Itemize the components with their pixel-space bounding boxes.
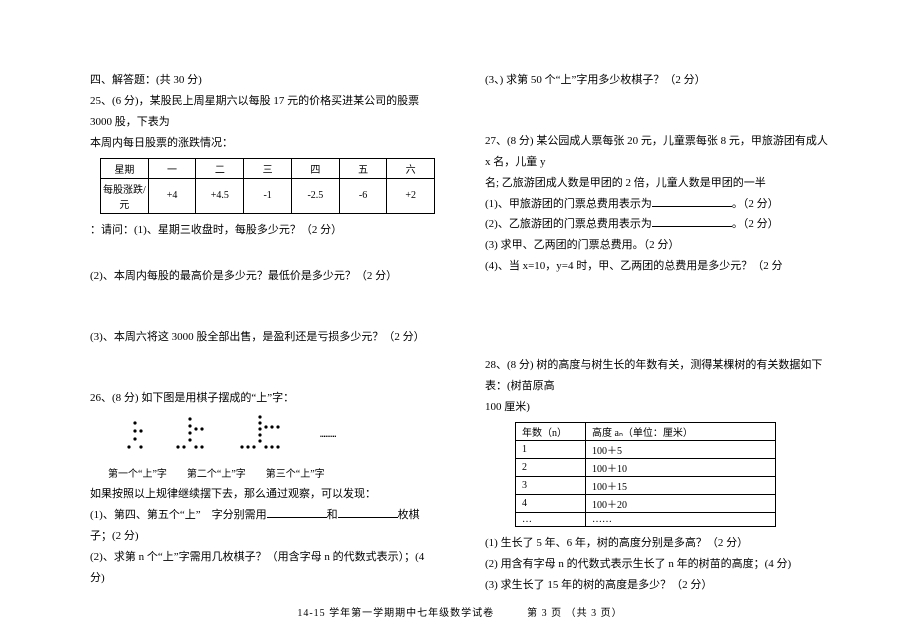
cell: …… bbox=[586, 512, 776, 526]
cell: -1 bbox=[244, 178, 292, 213]
q25-sub3: (3)、本周六将这 3000 股全部出售，是盈利还是亏损多少元？（2 分） bbox=[90, 327, 435, 348]
table-row: 3100＋15 bbox=[516, 476, 776, 494]
cell: 年数（n） bbox=[516, 422, 586, 440]
q26-sub1b: 和 bbox=[327, 509, 338, 521]
q27-sub2: (2)、乙旅游团的门票总费用表示为 。（2 分） bbox=[485, 214, 830, 235]
table-row: 1100＋5 bbox=[516, 440, 776, 458]
cell: 100＋10 bbox=[586, 458, 776, 476]
q26-sub2: (2)、求第 n 个“上”字需用几枚棋子？（用含字母 n 的代数式表示）；(4 … bbox=[90, 547, 435, 589]
q26-sub3: (3、) 求第 50 个“上”字用多少枚棋子？（2 分） bbox=[485, 70, 830, 91]
tree-table: 年数（n） 高度 aₙ（单位：厘米） 1100＋5 2100＋10 3100＋1… bbox=[515, 422, 776, 527]
cell: 四 bbox=[291, 158, 339, 178]
cell: 星期 bbox=[101, 158, 149, 178]
pattern-labels: 第一个“上”字 第二个“上”字 第三个“上”字 bbox=[108, 465, 435, 484]
cell: +4.5 bbox=[196, 178, 244, 213]
page-body: 四、解答题：(共 30 分) 25、(6 分)，某股民上周星期六以每股 17 元… bbox=[0, 70, 920, 595]
pattern-svg bbox=[120, 415, 380, 461]
blank-field[interactable] bbox=[652, 215, 732, 227]
table-row: ……… bbox=[516, 512, 776, 526]
q27-sub1b: 。（2 分） bbox=[732, 198, 779, 210]
q28-sub1: (1) 生长了 5 年、6 年，树的高度分别是多高？（2 分） bbox=[485, 533, 830, 554]
q27-intro1: 27、(8 分) 某公园成人票每张 20 元，儿童票每张 8 元，甲旅游团有成人… bbox=[485, 131, 830, 173]
q27-sub2a: (2)、乙旅游团的门票总费用表示为 bbox=[485, 218, 652, 230]
q25-sub1: ：请问：(1)、星期三收盘时，每股多少元？（2 分） bbox=[90, 220, 435, 241]
cell: 六 bbox=[387, 158, 435, 178]
table-row: 2100＋10 bbox=[516, 458, 776, 476]
table-row: 星期 一 二 三 四 五 六 bbox=[101, 158, 435, 178]
section4-title: 四、解答题：(共 30 分) bbox=[90, 70, 435, 91]
cell: … bbox=[516, 512, 586, 526]
q27-sub4: (4)、当 x=10，y=4 时，甲、乙两团的总费用是多少元？（2 分 bbox=[485, 256, 830, 277]
q26-rule: 如果按照以上规律继续摆下去，那么通过观察，可以发现： bbox=[90, 484, 435, 505]
table-row: 年数（n） 高度 aₙ（单位：厘米） bbox=[516, 422, 776, 440]
q25-intro1: 25、(6 分)，某股民上周星期六以每股 17 元的价格买进某公司的股票 300… bbox=[90, 91, 435, 133]
q27-sub2b: 。（2 分） bbox=[732, 218, 779, 230]
q28-intro2: 100 厘米) bbox=[485, 397, 830, 418]
cell: 4 bbox=[516, 494, 586, 512]
cell: -2.5 bbox=[291, 178, 339, 213]
cell: 3 bbox=[516, 476, 586, 494]
stock-table: 星期 一 二 三 四 五 六 每股涨跌/元 +4 +4.5 -1 -2.5 -6… bbox=[100, 158, 435, 214]
cell: 100＋15 bbox=[586, 476, 776, 494]
cell: 一 bbox=[148, 158, 196, 178]
cell: 三 bbox=[244, 158, 292, 178]
chess-pattern: ……… bbox=[120, 415, 435, 461]
cell: +2 bbox=[387, 178, 435, 213]
cell: 五 bbox=[339, 158, 387, 178]
q25-intro2: 本周内每日股票的涨跌情况： bbox=[90, 133, 435, 154]
cell: 高度 aₙ（单位：厘米） bbox=[586, 422, 776, 440]
q27-sub3: (3) 求甲、乙两团的门票总费用。（2 分） bbox=[485, 235, 830, 256]
cell: 1 bbox=[516, 440, 586, 458]
q26-intro: 26、(8 分) 如下图是用棋子摆成的“上”字： bbox=[90, 388, 435, 409]
pattern-trail: ……… bbox=[320, 431, 336, 440]
cell: 二 bbox=[196, 158, 244, 178]
q27-sub1: (1)、甲旅游团的门票总费用表示为 。（2 分） bbox=[485, 194, 830, 215]
cell: 2 bbox=[516, 458, 586, 476]
q28-sub2: (2) 用含有字母 n 的代数式表示生长了 n 年的树苗的高度；(4 分) bbox=[485, 554, 830, 575]
cell: 100＋20 bbox=[586, 494, 776, 512]
q26-sub1: (1)、第四、第五个“上” 字分别需用和枚棋子；(2 分) bbox=[90, 505, 435, 547]
right-column: (3、) 求第 50 个“上”字用多少枚棋子？（2 分） 27、(8 分) 某公… bbox=[485, 70, 830, 595]
blank-field[interactable] bbox=[267, 506, 327, 518]
blank-field[interactable] bbox=[338, 506, 398, 518]
q25-sub2: (2)、本周内每股的最高价是多少元？最低价是多少元？（2 分） bbox=[90, 266, 435, 287]
q28-intro1: 28、(8 分) 树的高度与树生长的年数有关，测得某棵树的有关数据如下表：(树苗… bbox=[485, 355, 830, 397]
q26-sub1a: (1)、第四、第五个“上” 字分别需用 bbox=[90, 509, 267, 521]
table-row: 4100＋20 bbox=[516, 494, 776, 512]
cell: -6 bbox=[339, 178, 387, 213]
cell: 每股涨跌/元 bbox=[101, 178, 149, 213]
left-column: 四、解答题：(共 30 分) 25、(6 分)，某股民上周星期六以每股 17 元… bbox=[90, 70, 435, 595]
q27-sub1a: (1)、甲旅游团的门票总费用表示为 bbox=[485, 198, 652, 210]
q27-intro2: 名; 乙旅游团成人数是甲团的 2 倍，儿童人数是甲团的一半 bbox=[485, 173, 830, 194]
blank-field[interactable] bbox=[652, 195, 732, 207]
cell: +4 bbox=[148, 178, 196, 213]
table-row: 每股涨跌/元 +4 +4.5 -1 -2.5 -6 +2 bbox=[101, 178, 435, 213]
q28-sub3: (3) 求生长了 15 年的树的高度是多少？（2 分） bbox=[485, 575, 830, 596]
cell: 100＋5 bbox=[586, 440, 776, 458]
page-footer: 14-15 学年第一学期期中七年级数学试卷 第 3 页 （共 3 页） bbox=[0, 604, 920, 619]
